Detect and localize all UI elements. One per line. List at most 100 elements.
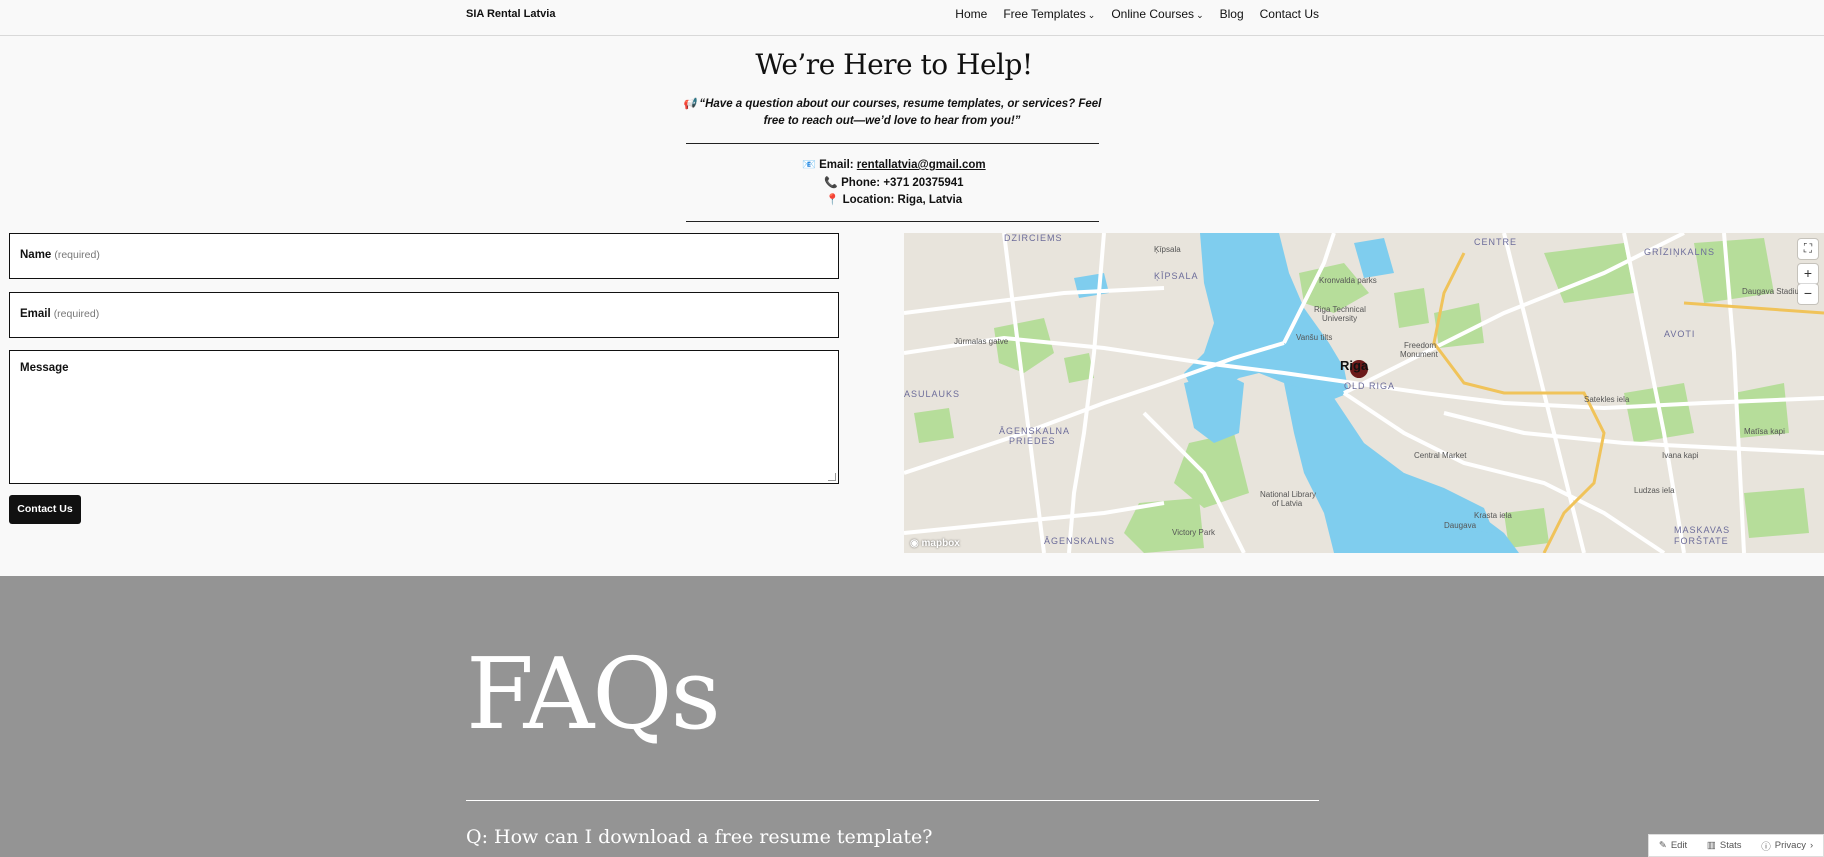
info-icon: ⓘ <box>1761 841 1771 853</box>
divider-top <box>686 143 1099 144</box>
map-label-agenskalna-priedes-2: PRIEDES <box>1009 436 1056 446</box>
email-icon: 📧 <box>802 159 817 171</box>
divider-bottom <box>686 221 1099 222</box>
zoom-in-button[interactable]: + <box>1798 264 1818 284</box>
faq-title: FAQs <box>466 638 721 752</box>
map-label-maskavas-2: FORŠTATE <box>1674 536 1729 546</box>
map-label-kipsala-district: ĶĪPSALA <box>1154 271 1199 281</box>
map-label-dzirciems: DZIRCIEMS <box>1004 233 1063 243</box>
required-hint: (required) <box>53 308 100 320</box>
map-label-centre: CENTRE <box>1474 237 1518 247</box>
faq-question[interactable]: Q: How can I download a free resume temp… <box>466 826 932 848</box>
chevron-right-icon: › <box>1809 840 1814 851</box>
quote-line-2: free to reach out—we’d love to hear from… <box>763 115 1021 127</box>
location-value: Riga, Latvia <box>897 194 963 206</box>
megaphone-icon: 📢 <box>682 98 697 110</box>
privacy-button[interactable]: ⓘ Privacy › <box>1761 839 1813 853</box>
nav-blog[interactable]: Blog <box>1220 7 1244 21</box>
faq-divider <box>466 800 1319 801</box>
quote-line-1: “Have a question about our courses, resu… <box>699 98 1102 110</box>
nav-contact-us-label: Contact Us <box>1259 7 1319 21</box>
map-label-rtu-1: Riga Technical <box>1314 305 1366 314</box>
map-label-national-library-2: of Latvia <box>1272 499 1303 508</box>
nav-home-label: Home <box>955 7 988 21</box>
name-label-text: Name <box>20 249 52 261</box>
nav-home[interactable]: Home <box>955 7 987 21</box>
map-label-grizinkalns: GRĪZIŅKALNS <box>1644 247 1716 257</box>
email-line: 📧 Email: rentallatvia@gmail.com <box>0 157 1788 175</box>
fullscreen-button[interactable]: ⛶ <box>1798 239 1818 259</box>
privacy-label: Privacy <box>1774 840 1806 851</box>
location-line: 📍 Location: Riga, Latvia <box>0 192 1788 210</box>
map[interactable]: DZIRCIEMS ĶĪPSALA Ķīpsala CENTRE GRĪZIŅK… <box>904 233 1824 553</box>
contact-us-button[interactable]: Contact Us <box>9 495 81 524</box>
nav-online-courses[interactable]: Online Courses ⌄ <box>1111 7 1203 21</box>
contact-info: 📧 Email: rentallatvia@gmail.com 📞 Phone: +… <box>0 157 1788 210</box>
stats-label: Stats <box>1719 840 1742 851</box>
resize-handle[interactable] <box>828 473 836 481</box>
location-label: Location: <box>842 194 895 206</box>
pin-icon: 📍 <box>825 194 840 206</box>
site-title[interactable]: SIA Rental Latvia <box>466 8 555 20</box>
map-label-ivana-kapi: Ivana kapi <box>1662 451 1699 460</box>
chevron-down-icon: ⌄ <box>1087 10 1096 20</box>
map-label-jurmalas-gatve: Jūrmalas gatve <box>954 337 1009 346</box>
message-field[interactable]: Message <box>9 350 839 484</box>
email-field[interactable]: Email (required) <box>9 292 839 338</box>
map-label-maskavas-1: MASKAVAS <box>1674 525 1731 535</box>
email-link[interactable]: rentallatvia@gmail.com <box>857 159 986 171</box>
map-label-matisa-kapi: Matīsa kapi <box>1744 427 1785 436</box>
map-label-central-market: Central Market <box>1414 451 1467 460</box>
map-label-asulauks: ASULAUKS <box>904 389 961 399</box>
map-label-national-library-1: National Library <box>1260 490 1317 499</box>
intro-quote: 📢 “Have a question about our courses, res… <box>682 96 1102 130</box>
map-label-kronvalda: Kronvalda parks <box>1319 276 1377 285</box>
map-label-kipsala: Ķīpsala <box>1154 245 1181 254</box>
phone-icon: 📞 <box>824 176 839 189</box>
map-label-ludzas: Ludzas iela <box>1634 486 1675 495</box>
map-label-freedom-1: Freedom <box>1404 341 1437 350</box>
nav-online-courses-label: Online Courses <box>1111 7 1195 21</box>
nav-free-templates-label: Free Templates <box>1003 7 1086 21</box>
main-nav: Home Free Templates ⌄ Online Courses ⌄ Blo… <box>955 7 1319 21</box>
map-label-krasta: Krasta iela <box>1474 511 1512 520</box>
nav-contact-us[interactable]: Contact Us <box>1260 7 1319 21</box>
map-label-old-riga: OLD RIGA <box>1344 381 1396 391</box>
phone-line: 📞 Phone: +371 20375941 <box>0 175 1788 193</box>
fullscreen-icon: ⛶ <box>1803 241 1813 255</box>
pencil-icon: ✎ <box>1658 840 1667 851</box>
edit-label: Edit <box>1670 840 1688 851</box>
name-field-label: Name (required) <box>20 249 100 261</box>
map-label-agenskalna-priedes-1: ĀGENSKALNA <box>999 426 1071 436</box>
name-field[interactable]: Name (required) <box>9 233 839 279</box>
mapbox-logo[interactable]: ◉ mapbox <box>910 538 960 549</box>
admin-bar: ✎ Edit ▥ Stats ⓘ Privacy › <box>1648 834 1824 857</box>
nav-blog-label: Blog <box>1219 7 1244 21</box>
bar-chart-icon: ▥ <box>1706 840 1716 851</box>
zoom-out-button[interactable]: − <box>1798 284 1818 304</box>
map-label-vansu-tilts: Vanšu tilts <box>1296 333 1333 342</box>
map-label-riga: Riga <box>1340 358 1369 373</box>
page-title: We’re Here to Help! <box>755 48 1033 81</box>
email-label-text: Email <box>20 308 51 320</box>
map-label-freedom-2: Monument <box>1400 350 1438 359</box>
faq-section: FAQs Q: How can I download a free resume… <box>0 576 1824 857</box>
mapbox-icon: ◉ <box>910 538 919 549</box>
email-field-label: Email (required) <box>20 308 99 320</box>
map-label-satekles: Satekles iela <box>1584 395 1630 404</box>
message-field-label: Message <box>20 362 69 374</box>
phone-label: Phone: <box>841 176 881 189</box>
edit-button[interactable]: ✎ Edit <box>1659 840 1687 851</box>
map-label-agenskalns: ĀGENSKALNS <box>1044 536 1116 546</box>
phone-value: +371 20375941 <box>883 176 964 189</box>
map-label-avoti: AVOTI <box>1664 329 1696 339</box>
nav-free-templates[interactable]: Free Templates ⌄ <box>1003 7 1095 21</box>
map-label-victory-park: Victory Park <box>1172 528 1215 537</box>
site-header: SIA Rental Latvia Home Free Templates ⌄ O… <box>0 0 1824 36</box>
chevron-down-icon: ⌄ <box>1196 10 1204 20</box>
email-label: Email: <box>819 159 854 171</box>
map-label-daugava: Daugava <box>1444 521 1477 530</box>
required-hint: (required) <box>54 249 100 261</box>
stats-button[interactable]: ▥ Stats <box>1707 840 1742 851</box>
map-label-rtu-2: University <box>1322 314 1358 323</box>
